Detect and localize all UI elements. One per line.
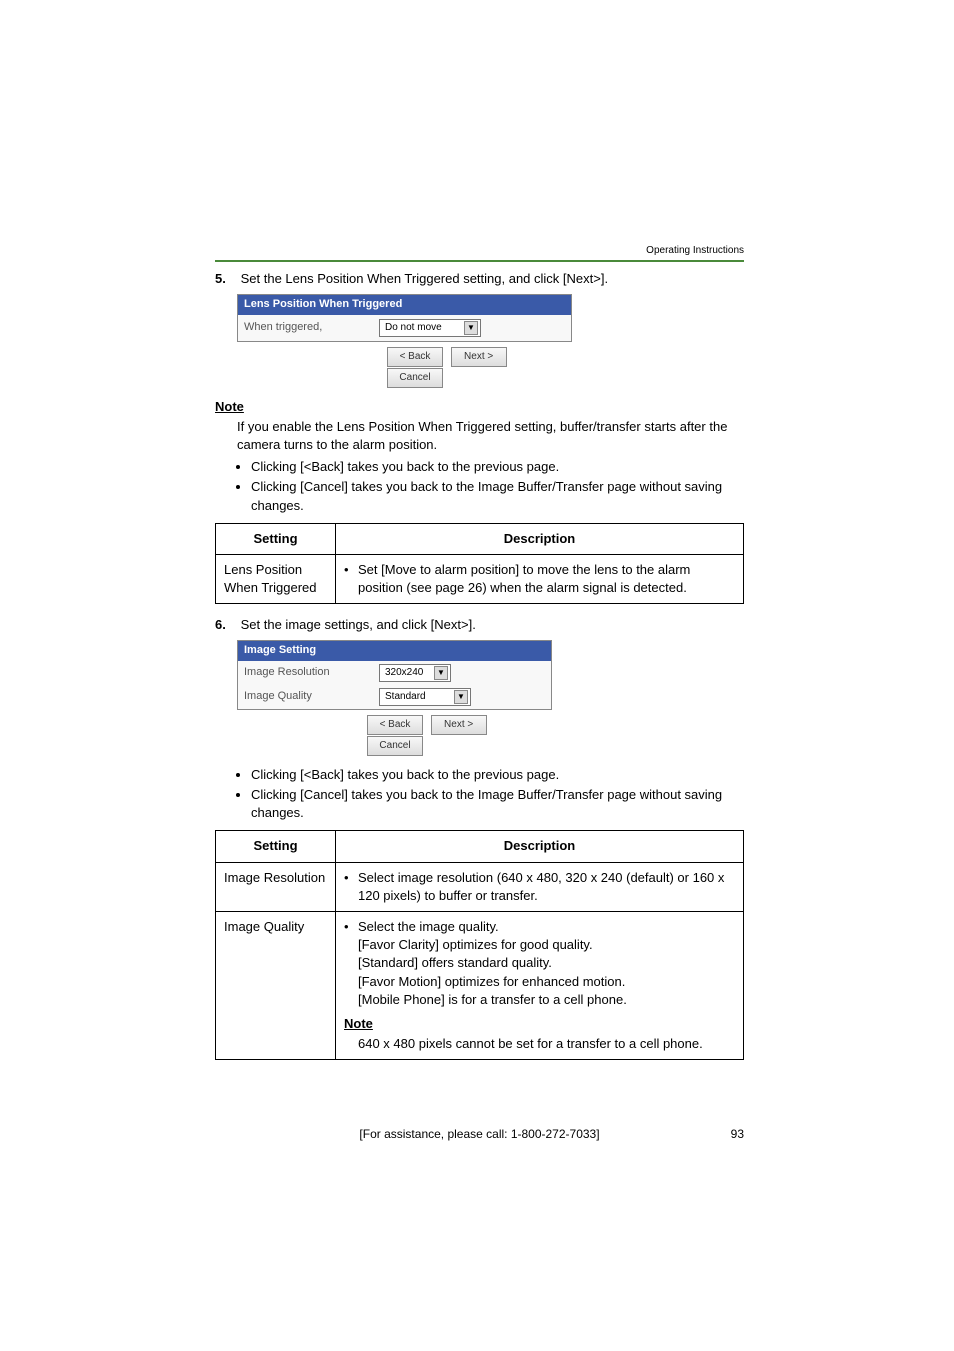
- step6-table: Setting Description Image Resolution • S…: [215, 830, 744, 1060]
- step5-row1-desc: • Set [Move to alarm position] to move t…: [336, 554, 744, 603]
- back-button[interactable]: < Back: [387, 347, 443, 367]
- note-heading: Note: [215, 398, 744, 416]
- step6-th-setting: Setting: [216, 831, 336, 862]
- bullet-icon: •: [344, 561, 358, 597]
- step5-row1-desc-text: Set [Move to alarm position] to move the…: [358, 561, 735, 597]
- step6-bullet-1: Clicking [<Back] takes you back to the p…: [251, 766, 744, 784]
- image-quality-value: Standard: [382, 690, 452, 704]
- when-triggered-value: Do not move: [382, 321, 462, 335]
- step6-bullet-2: Clicking [Cancel] takes you back to the …: [251, 786, 744, 822]
- step-6-number: 6.: [215, 616, 237, 634]
- lens-position-panel: Lens Position When Triggered When trigge…: [237, 294, 572, 341]
- step5-th-description: Description: [336, 523, 744, 554]
- image-quality-dropdown[interactable]: Standard ▼: [379, 688, 471, 706]
- header-rule: [215, 260, 744, 262]
- step-5-text: Set the Lens Position When Triggered set…: [241, 271, 608, 286]
- when-triggered-dropdown[interactable]: Do not move ▼: [379, 319, 481, 337]
- chevron-down-icon: ▼: [454, 690, 468, 704]
- step-6: 6. Set the image settings, and click [Ne…: [215, 616, 744, 1060]
- step6-row2-line2: [Favor Clarity] optimizes for good quali…: [358, 936, 735, 954]
- lens-panel-title: Lens Position When Triggered: [238, 295, 571, 314]
- image-setting-panel: Image Setting Image Resolution 320x240 ▼…: [237, 640, 552, 709]
- step-5: 5. Set the Lens Position When Triggered …: [215, 270, 744, 604]
- footer-assistance: [For assistance, please call: 1-800-272-…: [255, 1127, 704, 1141]
- image-resolution-label: Image Resolution: [244, 665, 379, 680]
- bullet-icon: •: [344, 918, 358, 1009]
- image-panel-title: Image Setting: [238, 641, 551, 660]
- back-button[interactable]: < Back: [367, 715, 423, 735]
- note-body: If you enable the Lens Position When Tri…: [237, 418, 744, 454]
- step5-table: Setting Description Lens Position When T…: [215, 523, 744, 605]
- page-number: 93: [704, 1127, 744, 1141]
- step6-row2-line4: [Favor Motion] optimizes for enhanced mo…: [358, 973, 735, 991]
- step6-row2-desc: • Select the image quality. [Favor Clari…: [336, 911, 744, 1059]
- when-triggered-label: When triggered,: [244, 320, 379, 335]
- next-button[interactable]: Next >: [451, 347, 507, 367]
- step5-bullet-2: Clicking [Cancel] takes you back to the …: [251, 478, 744, 514]
- bullet-icon: •: [344, 869, 358, 905]
- doc-header-label: Operating Instructions: [646, 245, 744, 256]
- step-5-number: 5.: [215, 270, 237, 288]
- cancel-button[interactable]: Cancel: [387, 368, 443, 388]
- step6-row1-desc-text: Select image resolution (640 x 480, 320 …: [358, 869, 735, 905]
- step6-th-description: Description: [336, 831, 744, 862]
- inner-note-heading: Note: [344, 1015, 735, 1033]
- step6-row2-line5: [Mobile Phone] is for a transfer to a ce…: [358, 991, 735, 1009]
- image-resolution-dropdown[interactable]: 320x240 ▼: [379, 664, 451, 682]
- step6-row1-setting: Image Resolution: [216, 862, 336, 911]
- step6-row2-setting: Image Quality: [216, 911, 336, 1059]
- image-quality-label: Image Quality: [244, 689, 379, 704]
- step6-row2-line3: [Standard] offers standard quality.: [358, 954, 735, 972]
- step-6-text: Set the image settings, and click [Next>…: [241, 617, 476, 632]
- cancel-button[interactable]: Cancel: [367, 736, 423, 756]
- step6-row2-line1: Select the image quality.: [358, 918, 735, 936]
- step5-th-setting: Setting: [216, 523, 336, 554]
- step5-row1-setting: Lens Position When Triggered: [216, 554, 336, 603]
- inner-note-body: 640 x 480 pixels cannot be set for a tra…: [358, 1035, 735, 1053]
- step6-row1-desc: • Select image resolution (640 x 480, 32…: [336, 862, 744, 911]
- chevron-down-icon: ▼: [434, 666, 448, 680]
- next-button[interactable]: Next >: [431, 715, 487, 735]
- chevron-down-icon: ▼: [464, 321, 478, 335]
- page-footer: [For assistance, please call: 1-800-272-…: [215, 1127, 744, 1141]
- step5-bullet-1: Clicking [<Back] takes you back to the p…: [251, 458, 744, 476]
- image-resolution-value: 320x240: [382, 666, 432, 680]
